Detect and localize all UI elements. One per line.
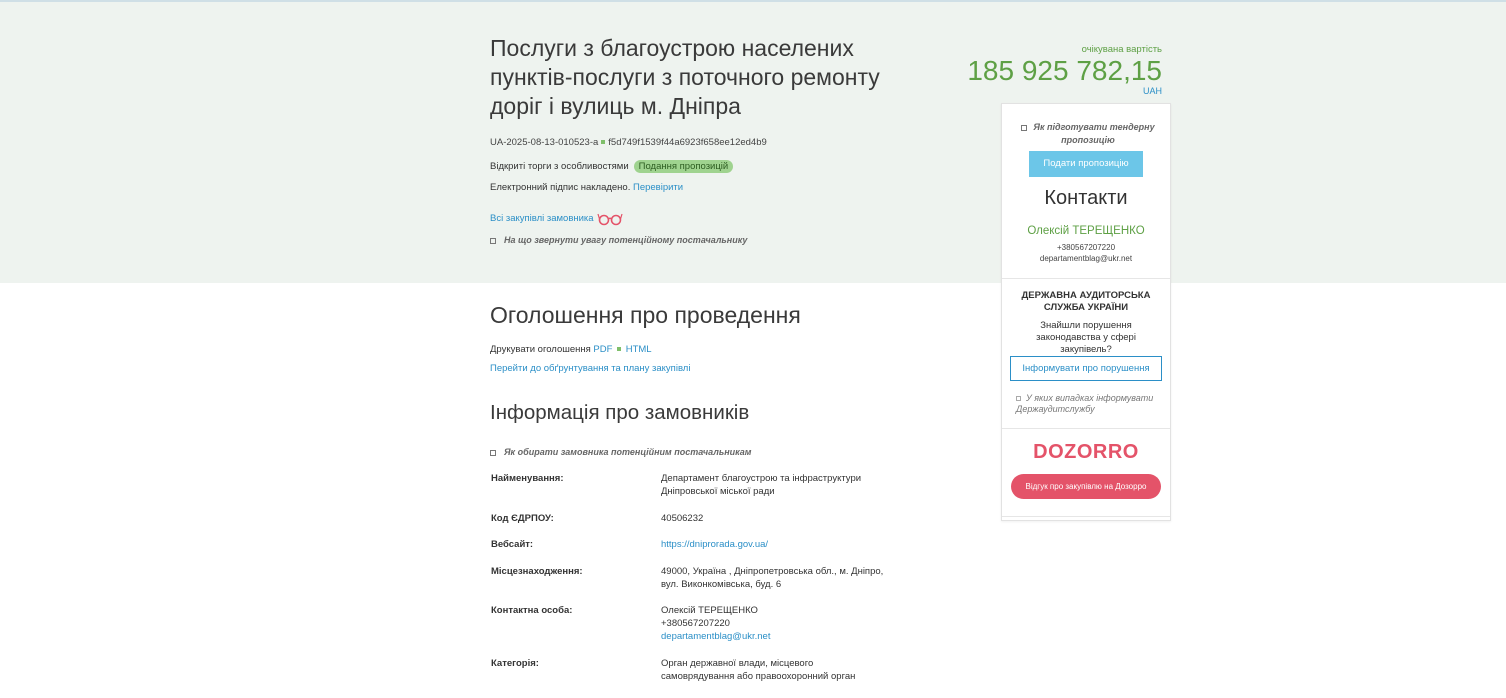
sidebar-divider [1002, 516, 1170, 517]
contact-person-email[interactable]: departamentblag@ukr.net [661, 630, 886, 643]
tender-id: UA-2025-08-13-010523-a [490, 137, 599, 148]
edrpou-label: Код ЄДРПОУ: [491, 513, 554, 524]
customer-hint-text: Як обирати замовника потенційним постача… [504, 447, 752, 457]
website-link[interactable]: https://dniprorada.gov.ua/ [661, 538, 886, 551]
customer-name-value: Департамент благоустрою та інфраструктур… [661, 473, 862, 497]
location-label: Місцезнаходження: [491, 566, 583, 577]
checkbox-icon [490, 237, 496, 244]
print-announcement-line: Друкувати оголошення PDF HTML [490, 344, 652, 355]
audit-hint-text: У яких випадках інформувати Держаудитслу… [1016, 393, 1154, 414]
supplier-hint-text: На що звернути увагу потенційному постач… [504, 235, 748, 245]
customer-hint-toggle[interactable]: Як обирати замовника потенційним постача… [490, 447, 751, 457]
currency-label: UAH [1142, 86, 1162, 96]
audit-service-title: ДЕРЖАВНА АУДИТОРСЬКА СЛУЖБА УКРАЇНИ [1021, 290, 1151, 313]
sidebar-divider [1002, 428, 1170, 429]
print-html-link[interactable]: HTML [626, 344, 652, 355]
dozorro-review-button[interactable]: Відгук про закупівлю на Дозорро [1011, 474, 1161, 499]
checkbox-icon [1016, 396, 1021, 402]
contacts-heading: Контакти [1044, 187, 1128, 209]
supplier-hint-toggle[interactable]: На що звернути увагу потенційному постач… [490, 235, 747, 245]
print-pdf-link[interactable]: PDF [593, 344, 612, 355]
website-label: Вебсайт: [491, 539, 534, 550]
sidebar-divider [1002, 278, 1170, 279]
location-value: 49000, Україна , Дніпропетровська обл., … [661, 566, 884, 590]
howto-prepare-hint[interactable]: Як підготувати тендерну пропозицію [1018, 121, 1158, 147]
esign-text: Електронний підпис накладено. [490, 182, 631, 193]
tender-hash: f5d749f1539f44a6923f658ee12ed4b9 [608, 137, 767, 148]
esign-line: Електронний підпис накладено. Перевірити [490, 182, 683, 193]
separator-dot-icon [601, 139, 606, 144]
procedure-type: Відкриті торги з особливостями [490, 161, 629, 172]
separator-dot-icon [617, 346, 622, 351]
contact-person-phone: +380567207220 [661, 618, 730, 629]
audit-hint-toggle[interactable]: У яких випадках інформувати Держаудитслу… [1016, 393, 1166, 415]
customer-info-heading: Інформація про замовників [490, 401, 750, 424]
submit-proposal-button[interactable]: Подати пропозицію [1029, 151, 1143, 177]
customer-name-label: Найменування: [491, 473, 564, 484]
contact-phone: +380567207220 [1056, 243, 1116, 252]
tender-id-line: UA-2025-08-13-010523-a f5d749f1539f44a692… [490, 137, 767, 148]
audit-question: Знайшли порушення законодавства у сфері … [1036, 320, 1136, 355]
glasses-icon[interactable] [596, 211, 624, 232]
dozorro-logo: DOZORRO [1033, 441, 1139, 463]
report-violation-button[interactable]: Інформувати про порушення [1010, 356, 1162, 381]
category-label: Категорія: [491, 658, 539, 669]
procurement-plan-link[interactable]: Перейти до обґрунтування та плану закупі… [490, 363, 690, 374]
tender-title: Послуги з благоустрою населених пунктів-… [490, 35, 880, 119]
expected-value-label: очікувана вартість [1081, 44, 1162, 55]
contact-name: Олексій ТЕРЕЩЕНКО [1027, 225, 1145, 237]
print-label: Друкувати оголошення [490, 344, 591, 355]
contact-person-name: Олексій ТЕРЕЩЕНКО [661, 605, 758, 616]
announcement-heading: Оголошення про проведення [490, 302, 801, 328]
esign-verify-link[interactable]: Перевірити [633, 182, 683, 193]
checkbox-icon [490, 449, 496, 456]
status-badge: Подання пропозицій [633, 160, 734, 173]
contact-person-label: Контактна особа: [491, 605, 573, 616]
contact-email: departamentblag@ukr.net [1039, 254, 1133, 263]
expected-value-amount: 185 925 782,15 [967, 55, 1162, 86]
all-procurements-link[interactable]: Всі закупівлі замовника [490, 213, 594, 224]
procedure-type-line: Відкриті торги з особливостями Подання пр… [490, 160, 734, 173]
howto-text: Як підготувати тендерну пропозицію [1033, 122, 1155, 145]
category-value: Орган державної влади, місцевого самовря… [661, 658, 856, 682]
checkbox-icon [1021, 124, 1028, 131]
edrpou-value: 40506232 [661, 513, 704, 524]
